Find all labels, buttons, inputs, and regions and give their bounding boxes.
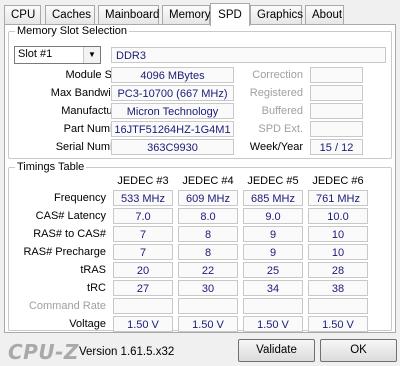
timing-row-label: Frequency	[54, 192, 106, 204]
module-size-value: 4096 MBytes	[111, 67, 234, 83]
timing-cell: 1.50 V	[308, 316, 368, 332]
tab-spd[interactable]: SPD	[210, 3, 250, 26]
timing-row-label: tRAS	[80, 264, 106, 276]
cpu-z-logo: CPU-Z	[8, 340, 79, 364]
timing-row-label: Command Rate	[28, 300, 106, 312]
timing-cell: 9.0	[243, 208, 303, 224]
timing-cell: 7.0	[113, 208, 173, 224]
timing-column-header: JEDEC #4	[182, 175, 234, 187]
timing-row-label: tRC	[87, 282, 106, 294]
timing-cell: 10.0	[308, 208, 368, 224]
timing-cell	[243, 298, 303, 314]
timing-cell: 609 MHz	[178, 190, 238, 206]
timings-table-title: Timings Table	[17, 161, 85, 173]
buffered-value	[310, 103, 363, 119]
max-bandwidth-value: PC3-10700 (667 MHz)	[111, 85, 234, 101]
timing-cell: 1.50 V	[113, 316, 173, 332]
timing-row-label: CAS# Latency	[35, 210, 106, 222]
memory-slot-title: Memory Slot Selection	[17, 25, 128, 37]
timing-column-header: JEDEC #6	[312, 175, 364, 187]
timing-row-label: Voltage	[69, 318, 106, 330]
tab-cpu[interactable]: CPU	[4, 5, 41, 24]
tab-memory[interactable]: Memory	[162, 5, 211, 24]
slot-select[interactable]: Slot #1 ▼	[14, 46, 101, 64]
timing-cell: 9	[243, 244, 303, 260]
footer-bar: CPU-Z Version 1.61.5.x32 Validate OK	[0, 333, 400, 366]
timing-cell: 8	[178, 244, 238, 260]
manufacturer-value: Micron Technology	[111, 103, 234, 119]
spd-ext-label: SPD Ext.	[258, 123, 303, 135]
ok-button[interactable]: OK	[320, 339, 397, 362]
timing-cell: 20	[113, 262, 173, 278]
timing-cell	[178, 298, 238, 314]
timing-cell: 7	[113, 244, 173, 260]
spd-panel: Memory Slot Selection Slot #1 ▼ DDR3 Mod…	[4, 24, 396, 333]
timing-cell: 25	[243, 262, 303, 278]
timing-cell: 10	[308, 226, 368, 242]
timing-cell: 533 MHz	[113, 190, 173, 206]
tab-strip: CPU Caches Mainboard Memory SPD Graphics…	[4, 3, 396, 26]
correction-label: Correction	[252, 69, 303, 81]
serial-number-value: 363C9930	[111, 139, 234, 155]
timing-cell: 685 MHz	[243, 190, 303, 206]
timing-cell	[308, 298, 368, 314]
tab-about[interactable]: About	[305, 5, 344, 24]
memory-type-value: DDR3	[111, 47, 386, 63]
tab-caches[interactable]: Caches	[45, 5, 95, 24]
registered-label: Registered	[249, 87, 303, 99]
timing-cell: 8.0	[178, 208, 238, 224]
timing-row-label: RAS# Precharge	[23, 246, 106, 258]
chevron-down-icon: ▼	[83, 47, 100, 63]
timing-row-label: RAS# to CAS#	[33, 228, 106, 240]
buffered-label: Buffered	[261, 105, 303, 117]
timing-cell: 22	[178, 262, 238, 278]
validate-button[interactable]: Validate	[238, 339, 315, 362]
slot-select-value: Slot #1	[18, 48, 53, 60]
correction-value	[310, 67, 363, 83]
spd-ext-value	[310, 121, 363, 137]
week-year-label: Week/Year	[249, 141, 303, 153]
timing-cell: 34	[243, 280, 303, 296]
tab-mainboard[interactable]: Mainboard	[98, 5, 159, 24]
timing-cell: 30	[178, 280, 238, 296]
tab-graphics[interactable]: Graphics	[250, 5, 303, 24]
timing-cell: 7	[113, 226, 173, 242]
week-year-value: 15 / 12	[310, 139, 363, 155]
timing-cell: 8	[178, 226, 238, 242]
version-text: Version 1.61.5.x32	[79, 346, 175, 358]
registered-value	[310, 85, 363, 101]
timing-cell: 27	[113, 280, 173, 296]
timing-cell: 38	[308, 280, 368, 296]
timing-column-header: JEDEC #5	[247, 175, 299, 187]
timing-cell: 1.50 V	[243, 316, 303, 332]
timing-cell	[113, 298, 173, 314]
timing-cell: 1.50 V	[178, 316, 238, 332]
timing-cell: 28	[308, 262, 368, 278]
timing-column-header: JEDEC #3	[117, 175, 169, 187]
timing-cell: 761 MHz	[308, 190, 368, 206]
part-number-value: 16JTF51264HZ-1G4M1	[111, 121, 234, 137]
timing-cell: 10	[308, 244, 368, 260]
timing-cell: 9	[243, 226, 303, 242]
